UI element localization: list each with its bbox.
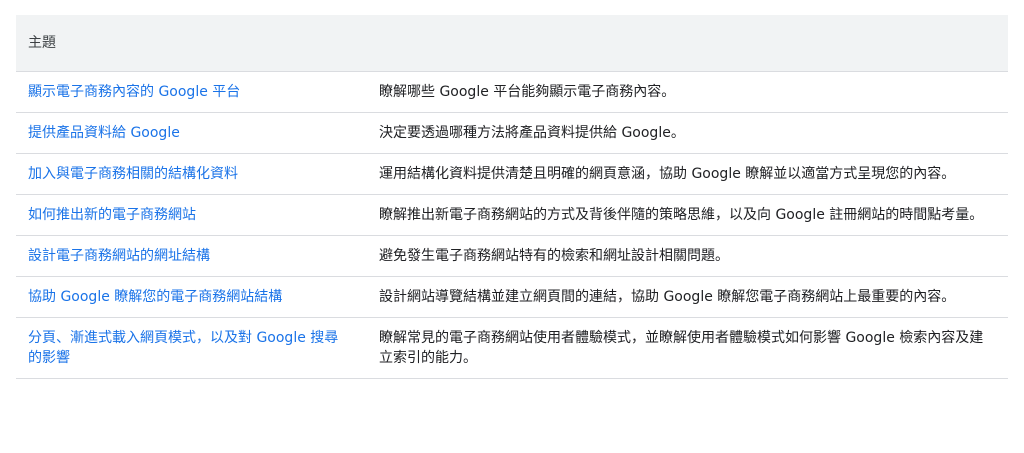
table-row: 分頁、漸進式載入網頁模式，以及對 Google 搜尋的影響 瞭解常見的電子商務網… bbox=[16, 317, 1008, 379]
description-cell: 瞭解哪些 Google 平台能夠顯示電子商務內容。 bbox=[367, 71, 1008, 113]
table-row: 提供產品資料給 Google 決定要透過哪種方法將產品資料提供給 Google。 bbox=[16, 112, 1008, 154]
table-header-row: 主題 bbox=[16, 15, 1008, 72]
topic-link[interactable]: 設計電子商務網站的網址結構 bbox=[28, 248, 210, 264]
topic-cell: 設計電子商務網站的網址結構 bbox=[16, 235, 367, 277]
topic-link[interactable]: 提供產品資料給 Google bbox=[28, 125, 180, 141]
table-row: 加入與電子商務相關的結構化資料 運用結構化資料提供清楚且明確的網頁意涵，協助 G… bbox=[16, 153, 1008, 195]
topic-link[interactable]: 顯示電子商務內容的 Google 平台 bbox=[28, 84, 240, 100]
table-row: 顯示電子商務內容的 Google 平台 瞭解哪些 Google 平台能夠顯示電子… bbox=[16, 71, 1008, 113]
table-row: 協助 Google 瞭解您的電子商務網站結構 設計網站導覽結構並建立網頁間的連結… bbox=[16, 276, 1008, 318]
description-cell: 避免發生電子商務網站特有的檢索和網址設計相關問題。 bbox=[367, 235, 1008, 277]
header-topic: 主題 bbox=[16, 15, 1008, 72]
topics-table: 主題 顯示電子商務內容的 Google 平台 瞭解哪些 Google 平台能夠顯… bbox=[16, 15, 1008, 379]
topics-table-container: 主題 顯示電子商務內容的 Google 平台 瞭解哪些 Google 平台能夠顯… bbox=[16, 15, 1008, 379]
topic-cell: 協助 Google 瞭解您的電子商務網站結構 bbox=[16, 276, 367, 318]
topic-cell: 提供產品資料給 Google bbox=[16, 112, 367, 154]
topic-link[interactable]: 協助 Google 瞭解您的電子商務網站結構 bbox=[28, 289, 282, 305]
topic-cell: 顯示電子商務內容的 Google 平台 bbox=[16, 71, 367, 113]
description-cell: 瞭解常見的電子商務網站使用者體驗模式，並瞭解使用者體驗模式如何影響 Google… bbox=[367, 317, 1008, 379]
topic-cell: 分頁、漸進式載入網頁模式，以及對 Google 搜尋的影響 bbox=[16, 317, 367, 379]
table-row: 設計電子商務網站的網址結構 避免發生電子商務網站特有的檢索和網址設計相關問題。 bbox=[16, 235, 1008, 277]
description-cell: 瞭解推出新電子商務網站的方式及背後伴隨的策略思維，以及向 Google 註冊網站… bbox=[367, 194, 1008, 236]
description-cell: 決定要透過哪種方法將產品資料提供給 Google。 bbox=[367, 112, 1008, 154]
description-cell: 設計網站導覽結構並建立網頁間的連結，協助 Google 瞭解您電子商務網站上最重… bbox=[367, 276, 1008, 318]
table-row: 如何推出新的電子商務網站 瞭解推出新電子商務網站的方式及背後伴隨的策略思維，以及… bbox=[16, 194, 1008, 236]
description-cell: 運用結構化資料提供清楚且明確的網頁意涵，協助 Google 瞭解並以適當方式呈現… bbox=[367, 153, 1008, 195]
topic-cell: 如何推出新的電子商務網站 bbox=[16, 194, 367, 236]
topic-link[interactable]: 加入與電子商務相關的結構化資料 bbox=[28, 166, 238, 182]
topic-link[interactable]: 分頁、漸進式載入網頁模式，以及對 Google 搜尋的影響 bbox=[28, 330, 338, 366]
topic-link[interactable]: 如何推出新的電子商務網站 bbox=[28, 207, 196, 223]
topic-cell: 加入與電子商務相關的結構化資料 bbox=[16, 153, 367, 195]
